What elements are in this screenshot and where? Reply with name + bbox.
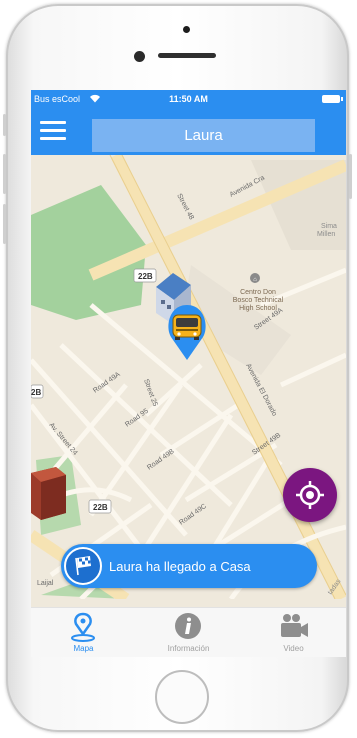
map-canvas[interactable]: Avenida Cra Avenida El Dorado Av. Street… [31, 152, 346, 604]
poi-name-line: High School [239, 305, 277, 312]
map-view[interactable]: Avenida Cra Avenida El Dorado Av. Street… [31, 152, 346, 604]
route-badge: 22B [88, 499, 112, 514]
silent-switch [3, 114, 6, 136]
status-time: 11:50 AM [169, 94, 208, 104]
battery-icon [322, 95, 343, 103]
street-label: Laijal [37, 580, 54, 587]
tab-mapa[interactable]: Mapa [31, 608, 136, 657]
tab-informacion[interactable]: Información [136, 608, 241, 657]
route-badge-text: 2B [31, 388, 41, 397]
front-camera [134, 51, 145, 62]
route-badge: 2B [31, 384, 44, 399]
route-badge-text: 22B [93, 503, 108, 512]
status-bar: Bus esCool 11:50 AM [31, 90, 346, 108]
tab-label: Información [167, 644, 210, 653]
checkered-flag-icon [64, 547, 102, 585]
poi-name-line: Bosco Technical [233, 297, 284, 304]
poi-name-line: Centro Don [240, 289, 276, 296]
tab-video[interactable]: Video [241, 608, 346, 657]
locate-button[interactable] [283, 468, 337, 522]
home-marker-icon[interactable] [31, 467, 66, 520]
arrival-notification[interactable]: Laura ha llegado a Casa [61, 544, 317, 588]
info-icon [175, 613, 201, 639]
earpiece-speaker [158, 53, 216, 58]
power-button [349, 154, 352, 199]
home-button[interactable] [155, 670, 209, 724]
tab-label: Mapa [73, 644, 94, 653]
top-app-bar: Laura [31, 108, 346, 155]
app-screen: Bus esCool 11:50 AM Laura Avenida Cra Av… [31, 90, 346, 657]
poi-partial-label: Millen [317, 231, 335, 238]
route-badge-text: 22B [138, 272, 153, 281]
volume-down-button [3, 204, 6, 244]
route-badge: 22B [133, 268, 157, 283]
poi-partial-label: Sima [321, 223, 337, 230]
video-camera-icon [281, 614, 308, 637]
svg-text:⌂: ⌂ [253, 277, 257, 283]
volume-up-button [3, 154, 6, 194]
locate-crosshair-icon [296, 481, 324, 509]
student-name-title[interactable]: Laura [92, 119, 315, 152]
hamburger-menu-icon[interactable] [37, 114, 69, 146]
tab-label: Video [283, 644, 304, 653]
bottom-tab-bar: Mapa Información Video [31, 607, 346, 657]
notification-text: Laura ha llegado a Casa [109, 559, 251, 574]
proximity-sensor [183, 26, 190, 33]
map-pin-icon [71, 612, 95, 642]
